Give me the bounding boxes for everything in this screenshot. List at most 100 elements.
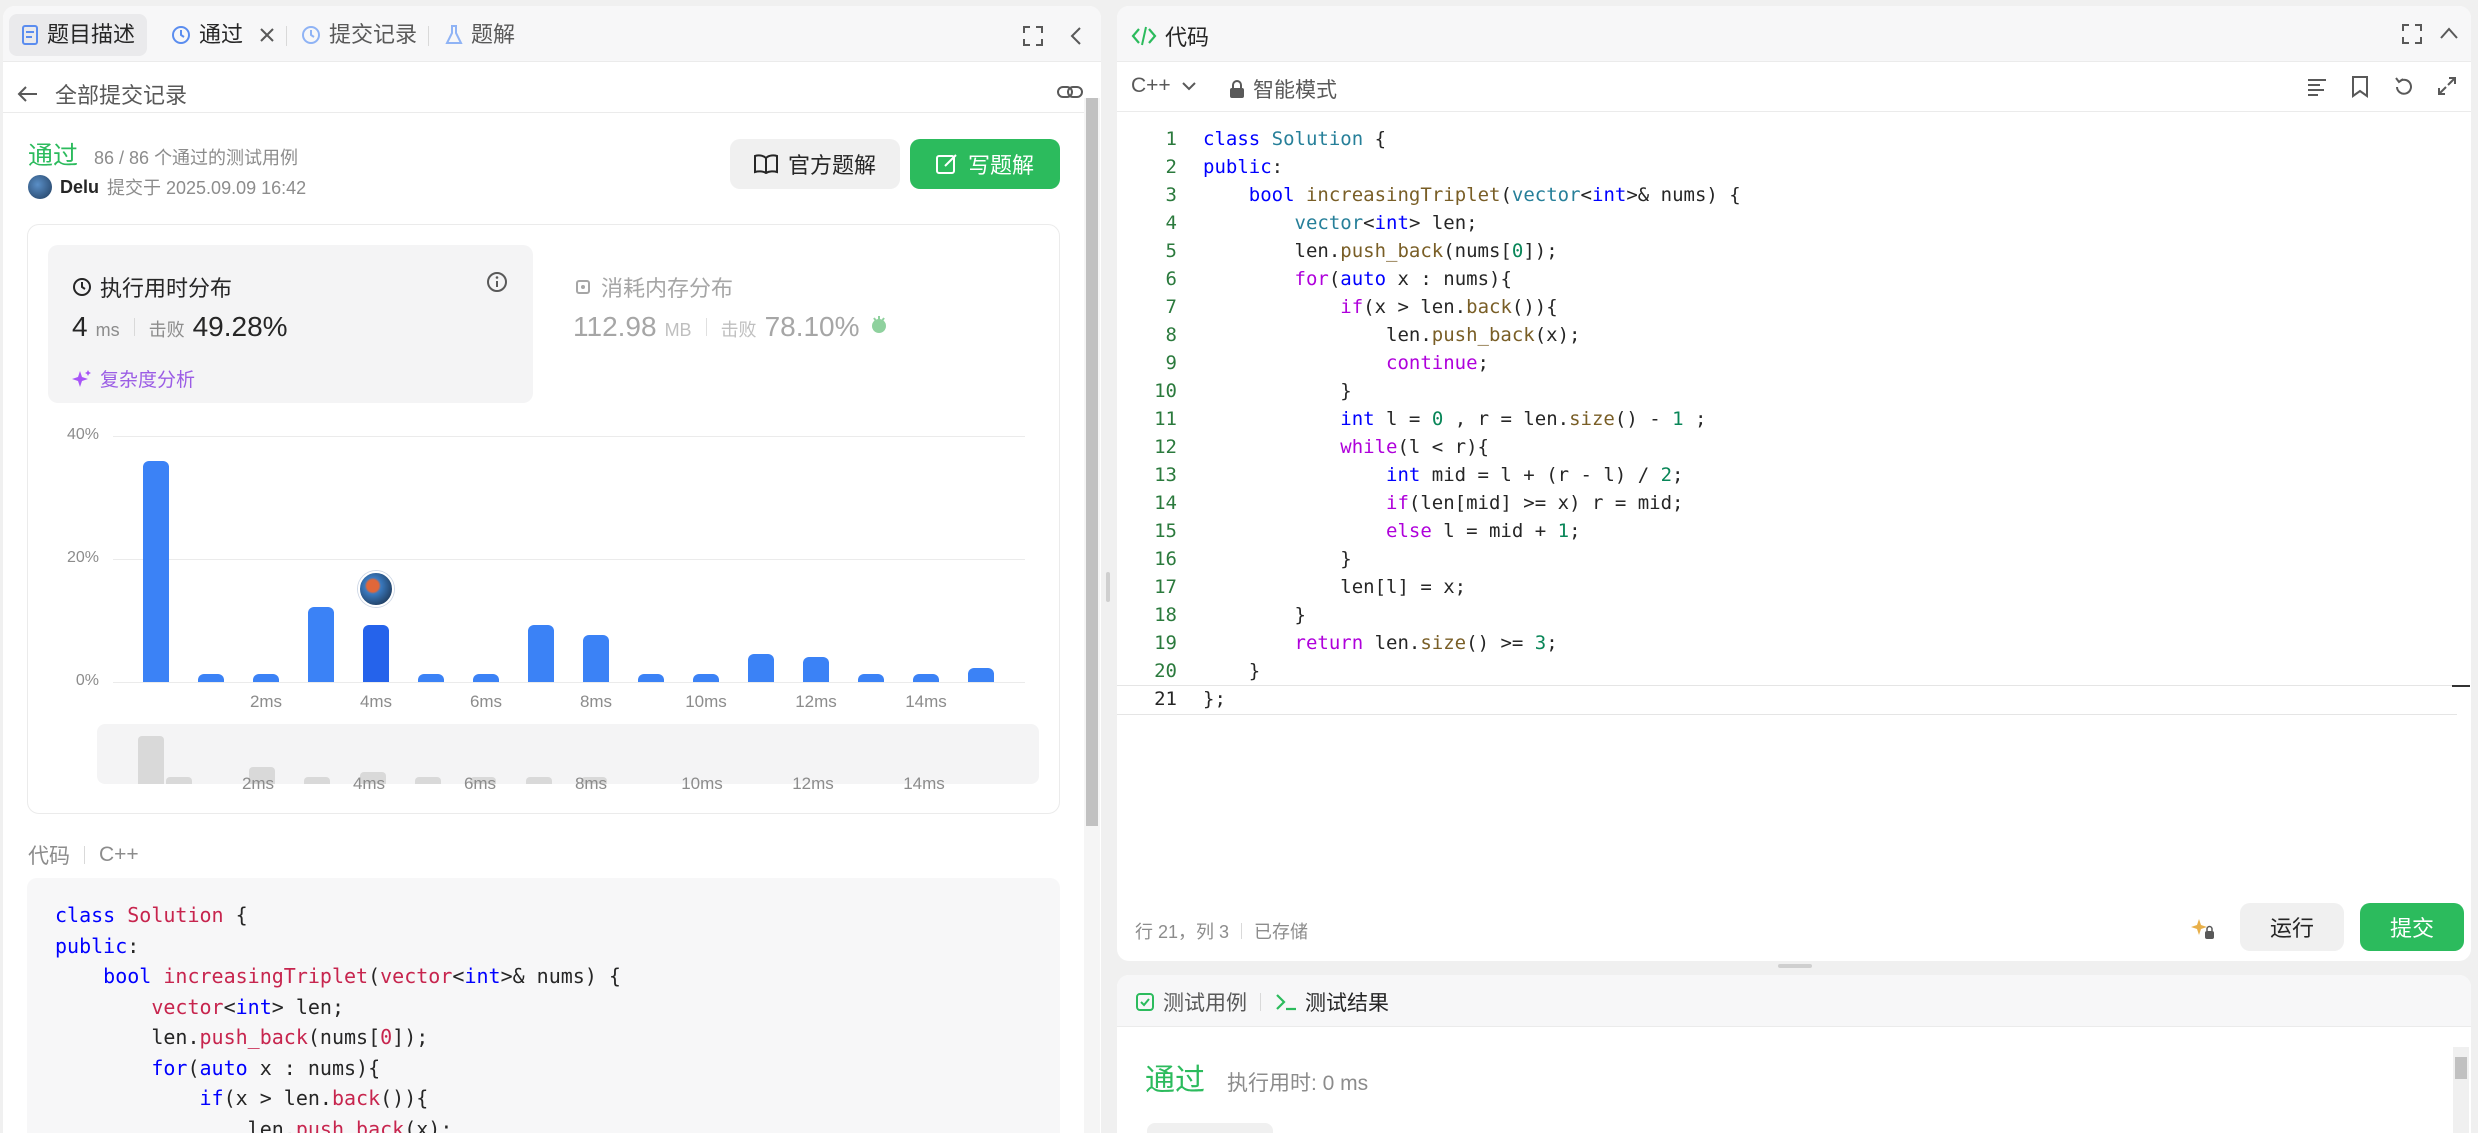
code-line[interactable]: }	[1203, 601, 2453, 629]
code-line: len.push_back(x);	[55, 1116, 453, 1133]
code-line: vector<int> len;	[151, 994, 344, 1019]
line-number: 7	[1165, 296, 1177, 318]
code-line[interactable]: for(auto x : nums){	[1203, 265, 2453, 293]
results-scrollbar-thumb[interactable]	[2455, 1057, 2467, 1079]
navigator-bar	[304, 776, 331, 784]
chevron-down-icon	[1181, 81, 1197, 91]
code-line[interactable]: }	[1203, 545, 2453, 573]
divider	[84, 846, 85, 864]
line-number: 9	[1165, 352, 1177, 374]
code-line[interactable]: len.push_back(x);	[1203, 321, 2453, 349]
checkbox-icon	[1135, 992, 1155, 1012]
navigator-bar	[525, 776, 552, 784]
tab-divider	[1260, 993, 1261, 1011]
code-line[interactable]: int l = 0 , r = len.size() - 1 ;	[1203, 405, 2453, 433]
submitted-code-block: class Solution {public: bool increasingT…	[27, 878, 1060, 1133]
line-number: 8	[1165, 324, 1177, 346]
maximize-icon[interactable]	[2402, 24, 2422, 44]
test-result-status: 通过	[1145, 1064, 1205, 1097]
navigator-bar	[415, 776, 441, 784]
editor-status-bar: 行 21，列 3 已存储	[1135, 918, 1308, 944]
expand-icon[interactable]	[2437, 76, 2457, 96]
submit-button[interactable]: 提交	[2360, 903, 2464, 951]
code-section-header: 代码 C++	[28, 840, 139, 870]
line-number: 15	[1154, 520, 1177, 542]
code-line[interactable]: }	[1203, 377, 2453, 405]
code-editor[interactable]: class Solution {public: bool increasingT…	[1203, 125, 2453, 713]
code-line[interactable]: len.push_back(nums[0]);	[1203, 237, 2453, 265]
divider	[1241, 923, 1243, 939]
code-editor-panel: 代码 C++ 智能模式 1 2 3 4 5 6 7 8 9 10 11 12 1…	[1117, 6, 2471, 961]
line-number: 20	[1154, 660, 1177, 682]
line-number: 4	[1165, 212, 1177, 234]
test-result-runtime: 执行用时: 0 ms	[1227, 1072, 1369, 1095]
code-line[interactable]: len[l] = x;	[1203, 573, 2453, 601]
navigator-bars: 2ms 4ms 6ms 8ms 10ms 12ms 14ms	[3, 6, 1101, 806]
run-label: 运行	[2269, 916, 2314, 941]
code-line[interactable]: int mid = l + (r - l) / 2;	[1203, 461, 2453, 489]
navigator-tick-label: 12ms	[792, 774, 834, 793]
tab-test-cases[interactable]: 测试用例	[1135, 987, 1247, 1017]
code-line: if(x > len.back()){	[199, 1086, 429, 1110]
code-line[interactable]: else l = mid + 1;	[1203, 517, 2453, 545]
results-scrollbar-track[interactable]	[2453, 1047, 2469, 1133]
line-number: 14	[1154, 492, 1177, 514]
navigator-tick-label: 2ms	[241, 774, 275, 793]
editor-title: 代码	[1165, 25, 1210, 50]
code-line[interactable]: continue;	[1203, 349, 2453, 377]
vertical-splitter-handle[interactable]	[1106, 572, 1110, 602]
navigator-tick-label: 10ms	[681, 774, 723, 793]
smart-mode-label: 智能模式	[1253, 79, 1337, 102]
line-number: 13	[1154, 464, 1177, 486]
code-line[interactable]: vector<int> len;	[1203, 209, 2453, 237]
bookmark-icon[interactable]	[2351, 76, 2369, 98]
language-select[interactable]: C++	[1131, 74, 1197, 98]
smart-mode-toggle[interactable]: 智能模式	[1229, 74, 1337, 104]
results-panel: 测试用例 测试结果 通过 执行用时: 0 ms	[1117, 975, 2471, 1133]
chevron-up-icon[interactable]	[2439, 26, 2459, 40]
code-line[interactable]: }	[1203, 657, 2453, 685]
code-icon	[1131, 26, 1157, 46]
case-chip[interactable]	[1147, 1123, 1273, 1133]
test-result-summary: 通过 执行用时: 0 ms	[1145, 1055, 1368, 1099]
terminal-icon	[1275, 992, 1297, 1012]
code-section-lang: C++	[99, 843, 139, 866]
scroll-position-marker	[2452, 685, 2470, 687]
code-line: public:	[55, 933, 140, 958]
line-number: 11	[1154, 408, 1177, 430]
left-scrollbar-thumb[interactable]	[1086, 98, 1098, 826]
code-line[interactable]: if(x > len.back()){	[1203, 293, 2453, 321]
cursor-position: 行 21，列 3	[1135, 922, 1230, 942]
submitted-code: class Solution {public: bool increasingT…	[55, 900, 1032, 1133]
line-number: 1	[1165, 128, 1177, 150]
navigator-bar	[138, 736, 164, 784]
line-number: 10	[1154, 380, 1177, 402]
submit-label: 提交	[2389, 916, 2434, 941]
line-number: 12	[1154, 436, 1177, 458]
code-line[interactable]: bool increasingTriplet(vector<int>& nums…	[1203, 181, 2453, 209]
code-line: for(auto x : nums){	[151, 1055, 381, 1080]
line-number: 2	[1165, 156, 1177, 178]
run-button[interactable]: 运行	[2240, 903, 2344, 951]
tab-test-results[interactable]: 测试结果	[1275, 987, 1389, 1017]
tab-test-cases-label: 测试用例	[1163, 992, 1247, 1015]
reset-icon[interactable]	[2393, 76, 2415, 98]
line-number: 6	[1165, 268, 1177, 290]
code-line[interactable]: if(len[mid] >= x) r = mid;	[1203, 489, 2453, 517]
code-line[interactable]: class Solution {	[1203, 125, 2453, 153]
code-line[interactable]: };	[1203, 685, 2453, 713]
left-scrollbar-track[interactable]	[1084, 98, 1100, 1133]
editor-toolbar: C++ 智能模式	[1117, 62, 2471, 112]
line-number: 19	[1154, 632, 1177, 654]
navigator-tick-label: 14ms	[903, 774, 945, 793]
navigator-tick-label: 8ms	[574, 774, 608, 793]
line-number: 17	[1154, 576, 1177, 598]
code-line[interactable]: return len.size() >= 3;	[1203, 629, 2453, 657]
language-label: C++	[1131, 74, 1171, 97]
format-icon[interactable]	[2307, 78, 2327, 96]
code-line[interactable]: while(l < r){	[1203, 433, 2453, 461]
horizontal-splitter-handle[interactable]	[1778, 964, 1812, 968]
ai-assist-icon[interactable]	[2190, 916, 2216, 942]
code-line[interactable]: public:	[1203, 153, 2453, 181]
line-number: 16	[1154, 548, 1177, 570]
